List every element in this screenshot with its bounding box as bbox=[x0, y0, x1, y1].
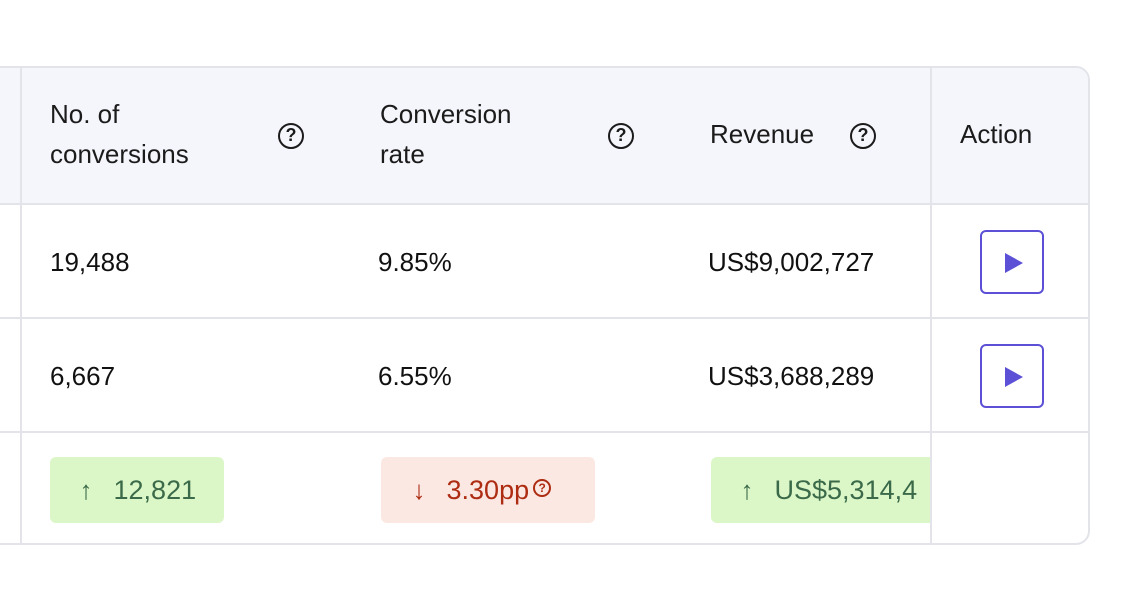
delta-value: 3.30pp bbox=[446, 475, 530, 505]
cell-revenue: US$3,688,289 bbox=[708, 361, 875, 391]
question-circle-icon[interactable]: ? bbox=[533, 479, 552, 497]
delta-badge-conversion-rate: ↓ 3.30pp? bbox=[381, 457, 595, 523]
play-button[interactable] bbox=[980, 344, 1044, 408]
delta-row: ↑ 12,821 ↓ 3.30pp? ↑ US$5,314,4 bbox=[0, 433, 1088, 543]
header-conversion-rate-line2: rate bbox=[380, 139, 425, 169]
header-conversions-line1: No. of bbox=[50, 99, 120, 129]
header-conversions-line2: conversions bbox=[50, 139, 189, 169]
arrow-up-icon: ↑ bbox=[79, 475, 93, 505]
delta-badge-revenue: ↑ US$5,314,4 bbox=[711, 457, 930, 523]
delta-value: US$5,314,4 bbox=[774, 475, 918, 505]
arrow-up-icon: ↑ bbox=[740, 475, 754, 505]
cell-conversions: 19,488 bbox=[50, 247, 130, 277]
table-row: 6,667 6.55% US$3,688,289 bbox=[0, 319, 1088, 433]
header-revenue: Revenue bbox=[710, 119, 815, 149]
header-conversions: No. of conversions bbox=[50, 94, 189, 174]
header-conversion-rate: Conversion rate bbox=[380, 94, 512, 174]
delta-badge-conversions: ↑ 12,821 bbox=[50, 457, 224, 523]
question-circle-icon[interactable]: ? bbox=[608, 123, 634, 149]
arrow-down-icon: ↓ bbox=[412, 475, 426, 505]
play-icon bbox=[1005, 253, 1023, 273]
header-conversion-rate-line1: Conversion bbox=[380, 99, 512, 129]
question-circle-icon[interactable]: ? bbox=[850, 123, 876, 149]
cell-revenue: US$9,002,727 bbox=[708, 247, 875, 277]
table-header: No. of conversions ? Conversion rate ? R… bbox=[0, 68, 1088, 205]
header-action: Action bbox=[960, 119, 1033, 149]
delta-value: 12,821 bbox=[113, 475, 197, 505]
cell-conversion-rate: 6.55% bbox=[378, 361, 452, 391]
question-circle-icon[interactable]: ? bbox=[278, 123, 304, 149]
cell-conversion-rate: 9.85% bbox=[378, 247, 452, 277]
play-icon bbox=[1005, 367, 1023, 387]
comparison-table: No. of conversions ? Conversion rate ? R… bbox=[0, 66, 1090, 545]
table-row: 19,488 9.85% US$9,002,727 bbox=[0, 205, 1088, 319]
play-button[interactable] bbox=[980, 230, 1044, 294]
cell-conversions: 6,667 bbox=[50, 361, 116, 391]
